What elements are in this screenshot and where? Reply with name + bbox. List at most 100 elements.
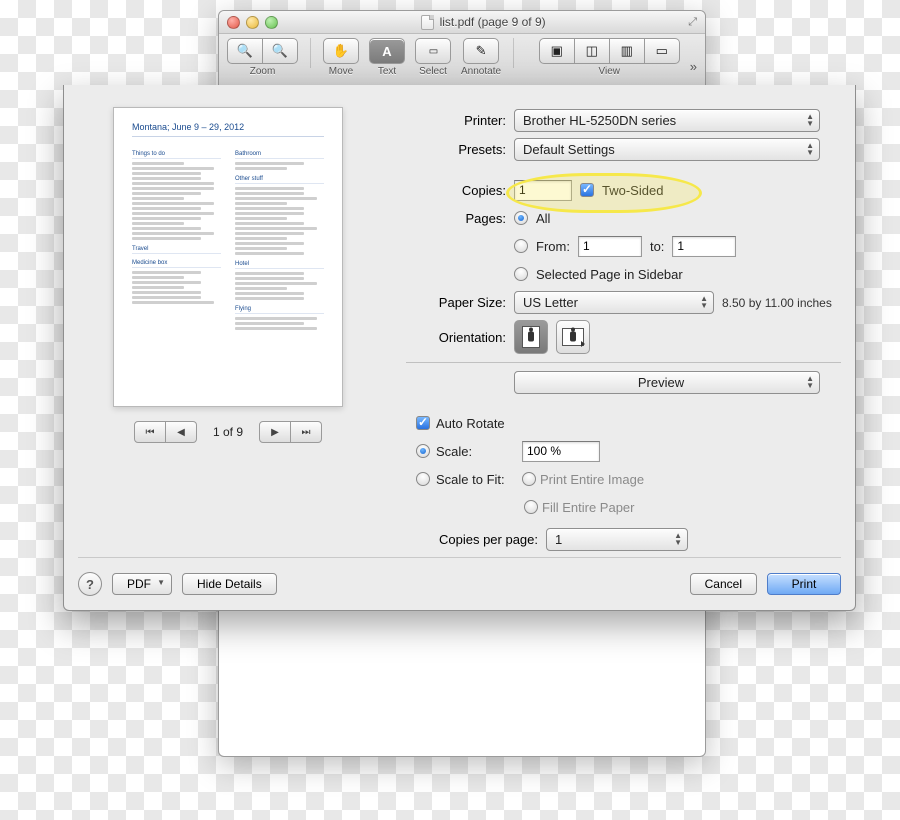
select-tool-button[interactable]: ▭ [415,38,451,64]
dialog-footer: ? PDF Hide Details Cancel Print [78,568,841,600]
toolbar-overflow-icon[interactable]: » [690,59,697,74]
to-input[interactable] [672,236,736,257]
orientation-label: Orientation: [406,330,506,345]
view-mode-1-button[interactable]: ▣ [539,38,575,64]
first-icon: ⏮ [145,427,154,438]
hand-icon: ✋ [333,43,349,59]
hide-details-button[interactable]: Hide Details [182,573,277,595]
minimize-window-button[interactable] [246,16,259,29]
from-input[interactable] [578,236,642,257]
view-group: ▣ ◫ ▥ ▭ View [539,38,680,77]
text-caption: Text [378,66,396,77]
traffic-lights [227,16,278,29]
paper-size-popup[interactable]: US Letter ▲▼ [514,291,714,314]
window-title: list.pdf (page 9 of 9) [284,15,682,30]
copies-per-page-popup[interactable]: 1 ▲▼ [546,528,688,551]
copies-input[interactable] [514,180,572,201]
next-icon: ▶ [271,427,279,438]
pdf-menu-button[interactable]: PDF [112,573,172,595]
thumb-heading: Travel [132,246,221,254]
page-thumbnail: Montana; June 9 – 29, 2012 Things to do … [113,107,343,407]
move-caption: Move [329,66,353,77]
text-tool-button[interactable]: A [369,38,405,64]
last-icon: ⏭ [302,427,311,438]
print-label: Print [792,577,817,591]
paper-size-label: Paper Size: [406,295,506,310]
pages-selected-radio[interactable] [514,267,528,281]
updown-icon: ▲▼ [674,532,682,546]
landscape-icon [562,328,584,346]
updown-icon: ▲▼ [806,113,814,127]
zoom-in-button[interactable]: 🔍 [263,38,298,64]
fill-entire-paper-radio[interactable] [524,500,538,514]
auto-rotate-checkbox[interactable] [416,416,430,430]
print-preview-pane: Montana; June 9 – 29, 2012 Things to do … [88,107,368,443]
pdf-label: PDF [127,577,151,591]
help-icon: ? [86,577,94,592]
toolbar-separator [513,38,514,68]
thumb-heading: Flying [235,306,324,314]
thumb-title: Montana; June 9 – 29, 2012 [132,122,324,137]
updown-icon: ▲▼ [806,142,814,156]
printer-value: Brother HL-5250DN series [523,113,676,128]
thumb-heading: Things to do [132,151,221,159]
paper-size-value: US Letter [523,295,578,310]
view-mode-4-button[interactable]: ▭ [645,38,680,64]
two-sided-checkbox[interactable] [580,183,594,197]
prev-page-button[interactable]: ◀ [166,421,197,443]
cancel-label: Cancel [705,577,742,591]
paper-dimensions: 8.50 by 11.00 inches [722,296,832,310]
section-divider [406,362,841,363]
page-indicator: 1 of 9 [213,425,243,439]
close-window-button[interactable] [227,16,240,29]
view-mode-3-button[interactable]: ▥ [610,38,645,64]
orientation-portrait-button[interactable] [514,320,548,354]
pages-label: Pages: [406,211,506,226]
thumb-heading: Hotel [235,261,324,269]
prev-icon: ◀ [177,427,185,438]
two-sided-label: Two-Sided [602,183,663,198]
next-page-button[interactable]: ▶ [259,421,291,443]
zoom-in-icon: 🔍 [272,43,288,59]
thumb-heading: Medicine box [132,260,221,268]
annotate-tool-button[interactable]: ✎ [463,38,499,64]
select-caption: Select [419,66,447,77]
print-dialog-sheet: Montana; June 9 – 29, 2012 Things to do … [63,85,856,611]
presets-value: Default Settings [523,142,615,157]
scale-to-fit-label: Scale to Fit: [436,472,522,487]
cancel-button[interactable]: Cancel [690,573,757,595]
presets-popup[interactable]: Default Settings ▲▼ [514,138,820,161]
zoom-window-button[interactable] [265,16,278,29]
select-icon: ▭ [429,46,437,57]
help-button[interactable]: ? [78,572,102,596]
view-mode-2-button[interactable]: ◫ [575,38,610,64]
last-page-button[interactable]: ⏭ [291,421,322,443]
view-caption: View [599,66,621,77]
section-popup[interactable]: Preview ▲▼ [514,371,820,394]
first-page-button[interactable]: ⏮ [134,421,166,443]
fullscreen-icon[interactable]: ⤢ [688,16,697,29]
print-entire-image-radio[interactable] [522,472,536,486]
view1-icon: ▣ [551,43,563,59]
updown-icon: ▲▼ [806,375,814,389]
hide-details-label: Hide Details [197,577,262,591]
scale-to-fit-radio[interactable] [416,472,430,486]
scale-label: Scale: [436,444,522,459]
pencil-icon: ✎ [476,43,487,59]
pages-all-radio[interactable] [514,211,528,225]
scale-input[interactable] [522,441,600,462]
zoom-out-button[interactable]: 🔍 [227,38,263,64]
copies-per-page-label: Copies per page: [406,532,538,547]
print-button[interactable]: Print [767,573,841,595]
window-titlebar[interactable]: list.pdf (page 9 of 9) ⤢ [219,11,705,34]
printer-label: Printer: [406,113,506,128]
pages-from-radio[interactable] [514,239,528,253]
scale-radio[interactable] [416,444,430,458]
print-entire-image-label: Print Entire Image [540,472,644,487]
updown-icon: ▲▼ [700,295,708,309]
move-tool-button[interactable]: ✋ [323,38,359,64]
section-value: Preview [638,375,684,390]
orientation-landscape-button[interactable] [556,320,590,354]
printer-popup[interactable]: Brother HL-5250DN series ▲▼ [514,109,820,132]
view4-icon: ▭ [656,43,668,59]
